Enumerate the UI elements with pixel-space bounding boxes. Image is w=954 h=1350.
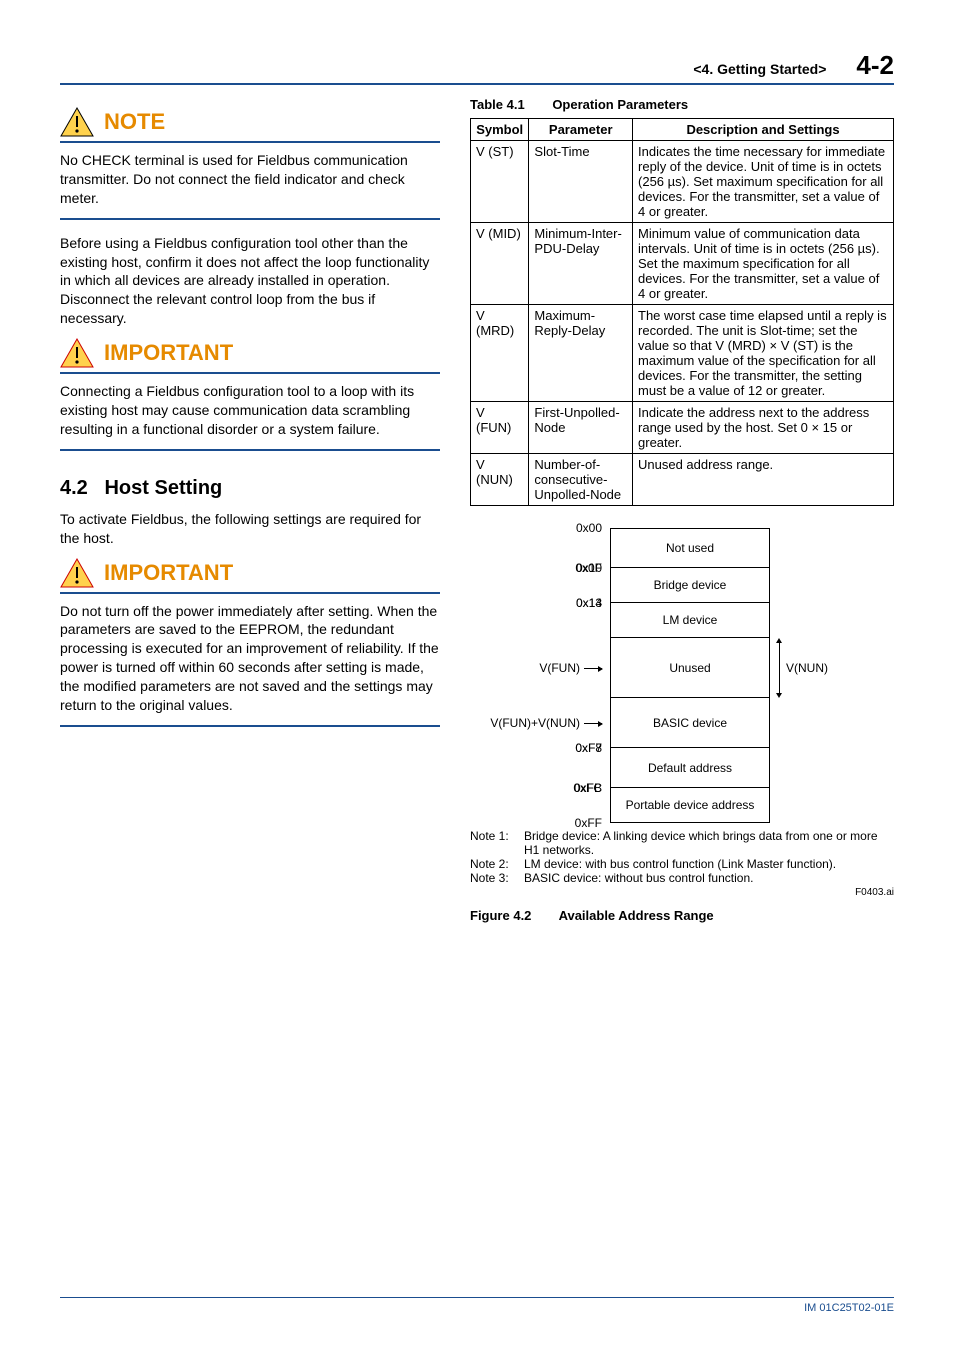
diag-box-lm: LM device [611,603,769,638]
tick-0x14: 0x14 [576,596,602,610]
arrow-right-icon [584,723,602,724]
warning-triangle-icon [60,338,94,368]
table-title: Operation Parameters [552,97,688,112]
cell-desc: Minimum value of communication data inte… [633,223,894,305]
figure-caption: Figure 4.2 Available Address Range [470,908,894,923]
cell-desc: The worst case time elapsed until a repl… [633,305,894,402]
important2-title: IMPORTANT [104,560,233,586]
note-title: NOTE [104,109,165,135]
diag-tick-col: V(FUN) [470,638,610,698]
cell-desc: Indicates the time necessary for immedia… [633,141,894,223]
page-footer: IM 01C25T02-01E [60,1297,894,1314]
note2-text: LM device: with bus control function (Li… [524,857,836,871]
header-chapter: <4. Getting Started> [693,61,826,77]
note3: Note 3: BASIC device: without bus contro… [470,871,894,885]
note2-tag: Note 2: [470,857,524,871]
tick-0xF8: 0xF8 [575,741,602,755]
section-number: 4.2 [60,477,88,499]
th-symbol: Symbol [471,119,529,141]
important1-header: IMPORTANT [60,338,440,374]
cell-param: Minimum-Inter-PDU-Delay [529,223,633,305]
cell-param: Slot-Time [529,141,633,223]
figure-number: Figure 4.2 [470,908,531,923]
page-header: <4. Getting Started> 4-2 [60,50,894,85]
important1-body: Connecting a Fieldbus configuration tool… [60,382,440,451]
label-vfun: V(FUN) [539,661,580,675]
important2-body: Do not turn off the power immediately af… [60,602,440,727]
tick-0x00: 0x00 [576,521,602,535]
table-row: V (MID) Minimum-Inter-PDU-Delay Minimum … [471,223,894,305]
cell-symbol: V (MID) [471,223,529,305]
table-row: V (ST) Slot-Time Indicates the time nece… [471,141,894,223]
important2-header: IMPORTANT [60,558,440,594]
cell-desc: Indicate the address next to the address… [633,402,894,454]
cell-param: Maximum-Reply-Delay [529,305,633,402]
diag-box-default: Default address [611,748,769,788]
note-header: NOTE [60,107,440,143]
arrow-right-icon [584,668,602,669]
table-row: V (NUN) Number-of-consecutive-Unpolled-N… [471,454,894,506]
note3-tag: Note 3: [470,871,524,885]
paragraph-after-heading: To activate Fieldbus, the following sett… [60,510,440,548]
operation-parameters-table: Symbol Parameter Description and Setting… [470,118,894,506]
note1-tag: Note 1: [470,829,524,857]
table-caption: Table 4.1 Operation Parameters [470,97,894,112]
table-header-row: Symbol Parameter Description and Setting… [471,119,894,141]
right-column: Table 4.1 Operation Parameters Symbol Pa… [470,97,894,923]
cell-desc: Unused address range. [633,454,894,506]
cell-param: Number-of-consecutive-Unpolled-Node [529,454,633,506]
cell-param: First-Unpolled-Node [529,402,633,454]
note2: Note 2: LM device: with bus control func… [470,857,894,871]
section-heading: 4.2 Host Setting [60,477,440,500]
diag-tick-col: 0x14 [470,603,610,638]
figure-title: Available Address Range [559,908,714,923]
diag-box-unused: Unused [611,638,769,698]
cell-symbol: V (NUN) [471,454,529,506]
vnun-bracket-icon [776,638,784,698]
content-columns: NOTE No CHECK terminal is used for Field… [60,97,894,923]
tick-0xFF: 0xFF [575,816,602,830]
diagram-notes: Note 1: Bridge device: A linking device … [470,829,894,885]
diag-box-portable: Portable device address [611,788,769,823]
address-range-diagram: 0x00 0x0F Not used 0x10 0x13 Bridge devi… [470,528,894,823]
diag-box-not-used: Not used [611,528,769,568]
cell-symbol: V (ST) [471,141,529,223]
header-page-number: 4-2 [856,50,894,81]
th-parameter: Parameter [529,119,633,141]
diag-box-bridge: Bridge device [611,568,769,603]
left-column: NOTE No CHECK terminal is used for Field… [60,97,440,923]
th-description: Description and Settings [633,119,894,141]
note1-text: Bridge device: A linking device which br… [524,829,894,857]
figure-reference-code: F0403.ai [470,887,894,898]
section-title-text: Host Setting [104,477,222,499]
tick-0x10: 0x10 [576,561,602,575]
label-vnun: V(NUN) [786,661,828,675]
table-row: V (FUN) First-Unpolled-Node Indicate the… [471,402,894,454]
diag-tick-col: 0xFC 0xFF [470,788,610,823]
label-vfun-vnun: V(FUN)+V(NUN) [490,716,580,730]
table-row: V (MRD) Maximum-Reply-Delay The worst ca… [471,305,894,402]
note-body: No CHECK terminal is used for Fieldbus c… [60,151,440,220]
cell-symbol: V (FUN) [471,402,529,454]
paragraph-before-important: Before using a Fieldbus configuration to… [60,234,440,328]
warning-triangle-icon [60,558,94,588]
vnun-bracket-col: V(NUN) [770,638,820,698]
table-number: Table 4.1 [470,97,525,112]
note1: Note 1: Bridge device: A linking device … [470,829,894,857]
footer-doc-id: IM 01C25T02-01E [804,1302,894,1314]
important1-title: IMPORTANT [104,340,233,366]
tick-0xFC: 0xFC [573,781,602,795]
note3-text: BASIC device: without bus control functi… [524,871,753,885]
warning-triangle-icon [60,107,94,137]
cell-symbol: V (MRD) [471,305,529,402]
diag-box-basic: BASIC device [611,698,769,748]
